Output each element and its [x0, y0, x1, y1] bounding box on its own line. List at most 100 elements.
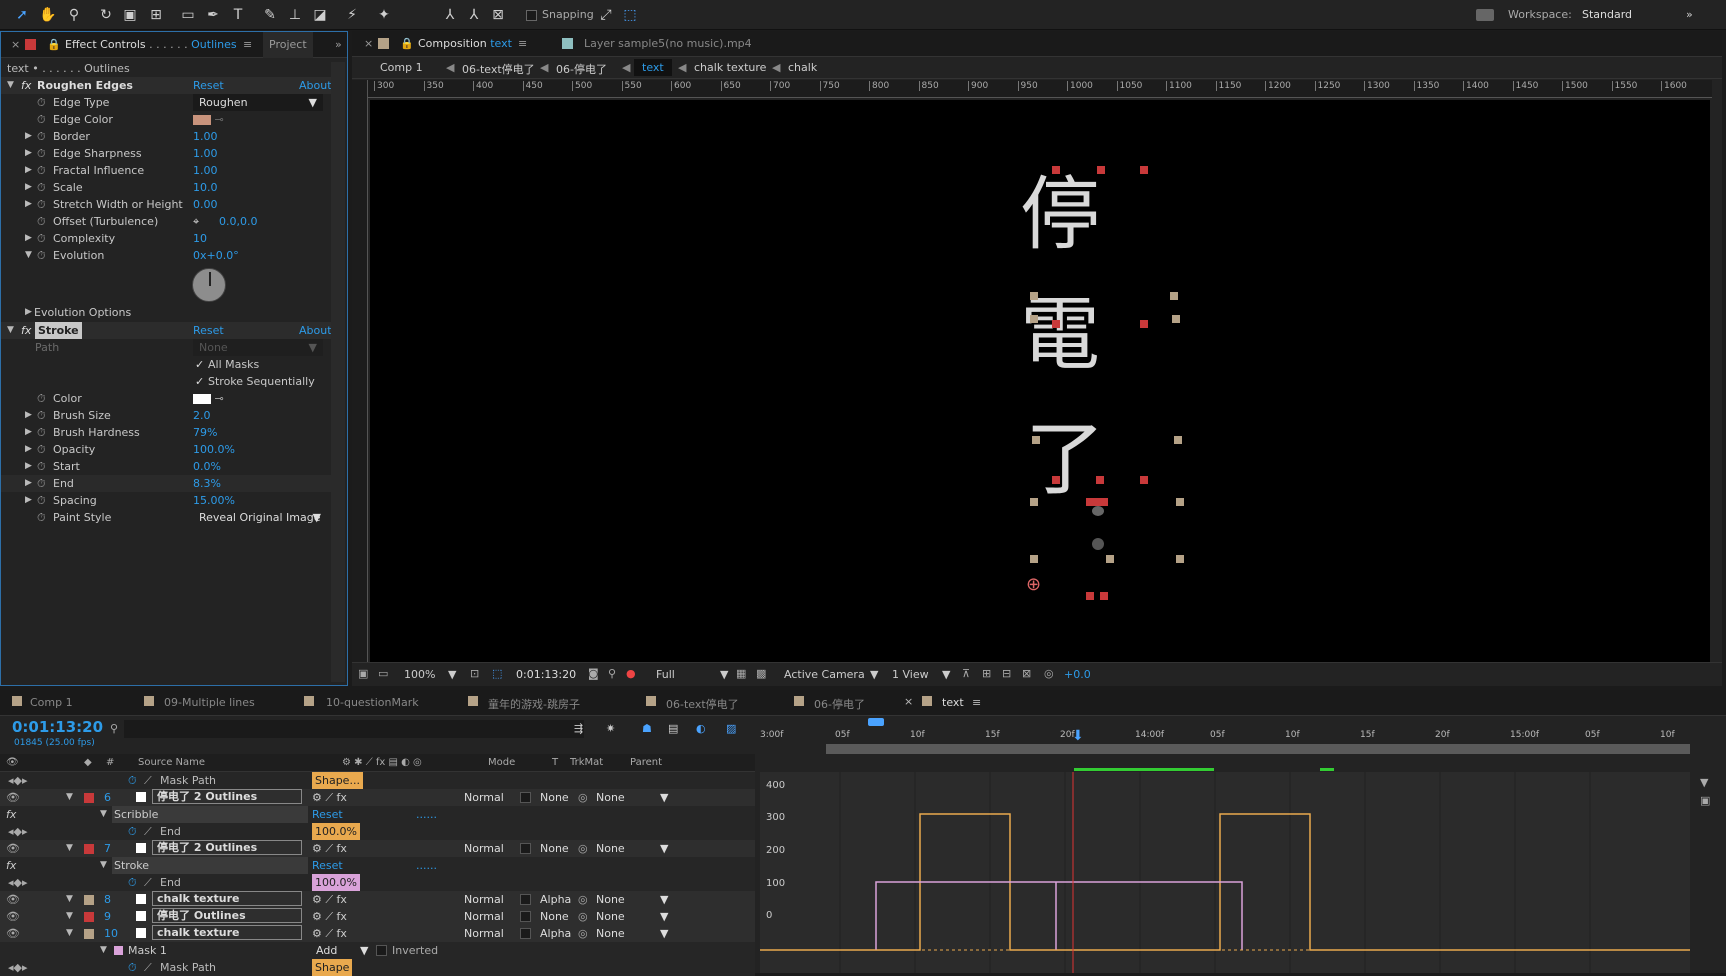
prop-value[interactable]: 1.00 — [193, 145, 218, 162]
stopwatch-icon[interactable]: ⏱ — [37, 441, 46, 458]
tab-composition[interactable]: Composition text — [412, 31, 518, 57]
stopwatch-active-icon[interactable]: ⏱ — [37, 475, 46, 492]
tl-tab-09[interactable]: 09-Multiple lines — [164, 696, 255, 709]
preserve-transparency-checkbox[interactable] — [520, 792, 531, 803]
clone-stamp-tool-icon[interactable]: ⊥ — [285, 5, 305, 25]
expand-triangle-icon[interactable]: ▶ — [25, 128, 32, 145]
layer-row[interactable]: 👁 ▼ 7 停电了 2 Outlines ⚙ ⟋ fx Normal None ◎ None ▼ — [0, 840, 755, 857]
tl-tab-tong[interactable]: 童年的游戏-跳房子 — [488, 696, 580, 712]
expand-triangle-icon[interactable]: ▼ — [7, 77, 14, 94]
pen-tool-icon[interactable]: ✒ — [203, 5, 223, 25]
switch-icons[interactable]: ⚙ ⟋ fx — [312, 789, 347, 806]
ec-scrollbar[interactable] — [331, 62, 345, 682]
paint-style-select[interactable]: Reveal Original Image ▼ — [193, 509, 323, 526]
preserve-transparency-checkbox[interactable] — [520, 928, 531, 939]
blend-mode-select[interactable]: Normal — [464, 891, 504, 908]
prop-end[interactable]: ▶ ⏱ End 8.3% — [1, 475, 331, 492]
stopwatch-icon[interactable]: ⏱ — [37, 162, 46, 179]
crumb-comp-1[interactable]: Comp 1 — [380, 61, 423, 74]
bbox-handle[interactable] — [1176, 498, 1184, 506]
expand-triangle-icon[interactable]: ▶ — [25, 441, 32, 458]
tab-project[interactable]: Project — [263, 32, 313, 58]
expand-triangle-icon[interactable]: ▶ — [25, 475, 32, 492]
dropdown-arrow-icon[interactable]: ▼ — [660, 908, 668, 925]
expand-triangle-icon[interactable]: ▶ — [25, 492, 32, 509]
layer-name[interactable]: chalk texture — [152, 891, 302, 906]
bbox-handle[interactable] — [1176, 555, 1184, 563]
stopwatch-icon[interactable]: ⏱ — [37, 94, 46, 111]
stopwatch-icon[interactable]: ⏱ — [37, 509, 46, 526]
bbox-handle[interactable] — [1170, 292, 1178, 300]
prop-value[interactable]: 10.0 — [193, 179, 218, 196]
mask-color-chip[interactable] — [114, 946, 123, 955]
selection-tool-icon[interactable]: ➚ — [12, 5, 32, 25]
bbox-handle[interactable] — [1032, 436, 1040, 444]
pickwhip-icon[interactable]: ◎ — [578, 840, 588, 857]
property-row[interactable]: ◂◆▸ ⏱ ⟋ End 100.0% — [0, 874, 755, 891]
expand-triangle-icon[interactable]: ▶ — [25, 304, 32, 321]
dropdown-arrow-icon[interactable]: ▼ — [660, 789, 668, 806]
blend-mode-select[interactable]: Normal — [464, 925, 504, 942]
stopwatch-icon[interactable]: ⏱ — [37, 458, 46, 475]
path-handle[interactable] — [1086, 592, 1094, 600]
roughen-edges-header[interactable]: ▼ fx Roughen Edges Reset About. — [1, 77, 335, 94]
transparency-grid-icon[interactable]: ▩ — [756, 667, 766, 680]
dropdown-arrow-icon[interactable]: ▼ — [360, 942, 368, 959]
toggle-pixel-aspect-icon[interactable]: ⊼ — [962, 667, 970, 680]
prop-brush-size[interactable]: ▶ ⏱ Brush Size 2.0 — [1, 407, 331, 424]
keyframe-nav-icon[interactable]: ◂◆▸ — [8, 874, 28, 891]
preserve-transparency-checkbox[interactable] — [520, 894, 531, 905]
preserve-transparency-checkbox[interactable] — [520, 843, 531, 854]
edge-type-select[interactable]: Roughen ▼ — [193, 94, 323, 111]
blend-mode-select[interactable]: Normal — [464, 789, 504, 806]
keyframe-nav-icon[interactable]: ◂◆▸ — [8, 772, 28, 789]
stopwatch-icon[interactable]: ⏱ — [37, 213, 46, 230]
flowchart-icon[interactable]: ⊠ — [1022, 667, 1031, 680]
path-handle[interactable] — [1096, 476, 1104, 484]
expand-triangle-icon[interactable]: ▼ — [100, 806, 107, 823]
work-area-bar[interactable] — [826, 744, 1690, 754]
dropdown-arrow-icon[interactable]: ▼ — [448, 668, 456, 681]
effect-reset-link[interactable]: Reset — [312, 857, 343, 874]
bbox-handle[interactable] — [1030, 315, 1038, 323]
expand-triangle-icon[interactable]: ▶ — [25, 230, 32, 247]
keyframe-nav-icon[interactable]: ◂◆▸ — [8, 959, 28, 976]
stopwatch-icon[interactable]: ⏱ — [37, 196, 46, 213]
camera-tool-icon[interactable]: ▣ — [120, 5, 140, 25]
edge-color-swatch[interactable]: ⊸ — [193, 111, 224, 128]
eye-icon[interactable]: 👁 — [6, 925, 20, 942]
dropdown-arrow-icon[interactable]: ▼ — [870, 668, 878, 681]
panel-overflow-icon[interactable]: » — [329, 32, 348, 58]
checkmark-icon[interactable]: ✓ — [195, 373, 204, 390]
prop-value[interactable]: 8.3% — [193, 475, 221, 492]
mask-visibility-icon[interactable]: ⬚ — [492, 667, 502, 680]
crumb-06[interactable]: 06-停电了 — [556, 61, 607, 77]
expand-triangle-icon[interactable]: ▼ — [7, 322, 14, 339]
switch-icons[interactable]: ⚙ ⟋ fx — [312, 925, 347, 942]
roto-brush-tool-icon[interactable]: ⚡ — [342, 5, 362, 25]
prop-value[interactable]: 10 — [193, 230, 207, 247]
bbox-handle[interactable] — [1174, 436, 1182, 444]
trkmat-select[interactable]: None — [540, 840, 569, 857]
eye-icon[interactable]: 👁 — [6, 840, 20, 857]
roughen-about-link[interactable]: About. — [299, 77, 335, 94]
prop-stretch[interactable]: ▶ ⏱ Stretch Width or Height 0.00 — [1, 196, 331, 213]
pickwhip-icon[interactable]: ◎ — [578, 925, 588, 942]
evolution-options-row[interactable]: ▶ Evolution Options — [1, 304, 331, 321]
time-ruler[interactable]: ⬇ 3:00f 05f 10f 15f 20f 14:00f 05f 10f 15f 20f 15:… — [760, 718, 1690, 754]
monitor-icon[interactable]: ▭ — [378, 667, 388, 680]
frame-blend-icon[interactable]: ▤ — [668, 722, 678, 735]
property-value[interactable]: Shape... — [312, 772, 363, 789]
dropdown-arrow-icon[interactable]: ▼ — [660, 840, 668, 857]
path-handle[interactable] — [1100, 592, 1108, 600]
work-area-marker[interactable] — [868, 718, 884, 726]
stopwatch-icon[interactable]: ⏱ — [37, 492, 46, 509]
type-tool-icon[interactable]: T — [228, 5, 248, 25]
path-handle[interactable] — [1140, 320, 1148, 328]
expand-triangle-icon[interactable]: ▶ — [25, 179, 32, 196]
stroke-about-link[interactable]: About. — [299, 322, 335, 339]
label-color-chip[interactable] — [84, 844, 94, 854]
keyframe-nav-icon[interactable]: ◂◆▸ — [8, 823, 28, 840]
prop-complexity[interactable]: ▶ ⏱ Complexity 10 — [1, 230, 331, 247]
show-snapshot-icon[interactable]: ⚲ — [608, 667, 616, 680]
